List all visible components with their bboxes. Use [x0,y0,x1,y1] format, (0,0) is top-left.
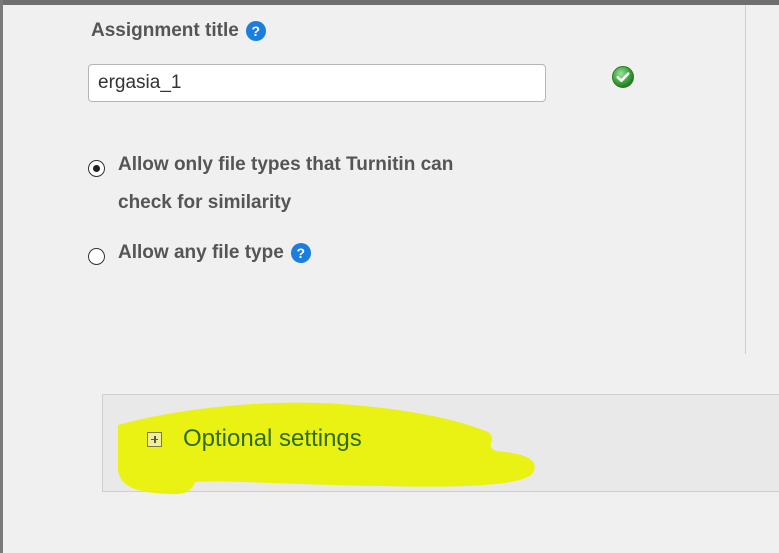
assignment-title-text: Assignment title [91,20,239,41]
radio-label-restricted-line2: check for similarity [118,192,292,213]
check-circle-icon [612,66,634,88]
window-left-border [0,0,3,553]
radio-button-restricted[interactable] [88,160,105,177]
radio-button-any[interactable] [88,248,105,265]
optional-settings-toggle[interactable]: Optional settings [147,425,362,453]
plus-square-icon[interactable] [147,431,162,447]
question-circle-icon[interactable]: ? [290,243,311,263]
optional-settings-label[interactable]: Optional settings [183,425,362,453]
assignment-title-input[interactable] [88,64,546,102]
assignment-title-label: Assignment title ? [91,20,266,42]
question-circle-icon[interactable]: ? [245,21,266,41]
window-top-border [0,0,779,5]
radio-label-any[interactable]: Allow any file type ? [118,234,311,272]
radio-label-restricted-line1: Allow only file types that Turnitin can [118,154,454,175]
radio-label-restricted[interactable]: Allow only file types that Turnitin can … [118,146,453,222]
column-divider [745,5,746,354]
radio-label-any-text: Allow any file type [118,242,284,263]
radio-option-any[interactable]: Allow any file type ? [88,242,311,272]
radio-option-restricted[interactable]: Allow only file types that Turnitin can … [88,154,453,222]
